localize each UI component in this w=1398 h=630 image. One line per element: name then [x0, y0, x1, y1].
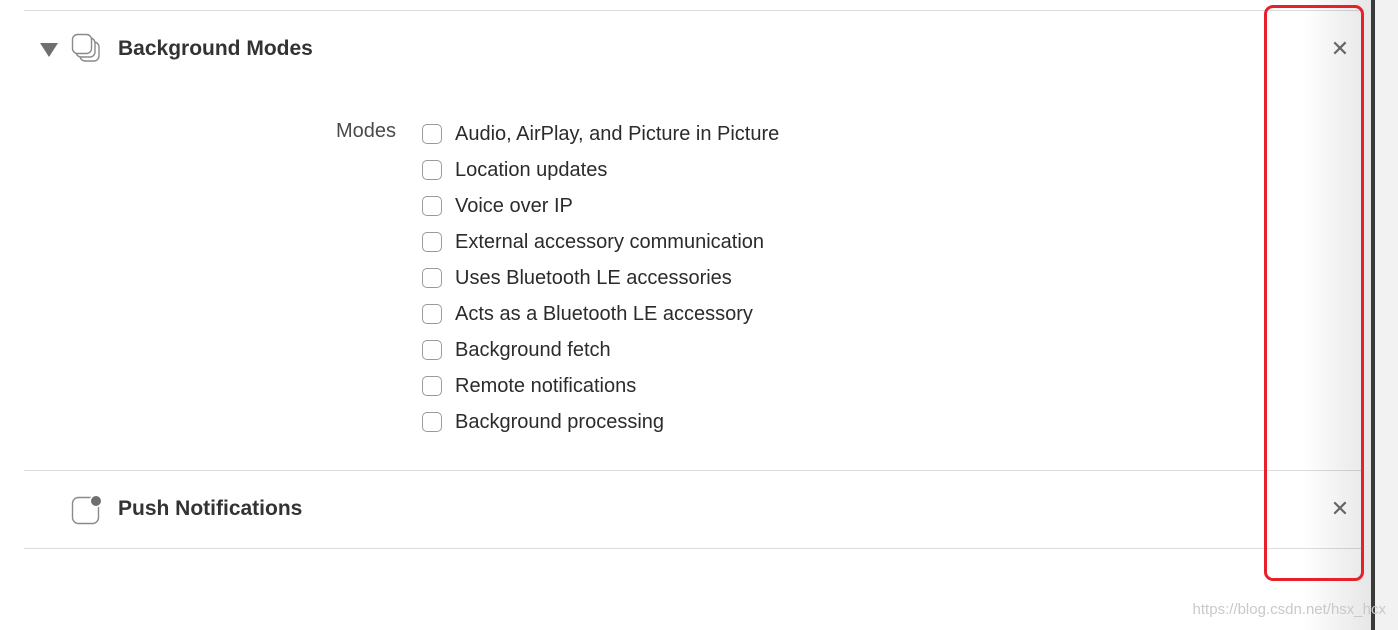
- checkbox[interactable]: [422, 376, 442, 396]
- mode-audio-airplay-pip[interactable]: Audio, AirPlay, and Picture in Picture: [422, 116, 779, 152]
- watermark: https://blog.csdn.net/hsx_hcx: [1192, 601, 1386, 618]
- top-divider: [24, 10, 1364, 11]
- mode-external-accessory[interactable]: External accessory communication: [422, 224, 779, 260]
- bottom-divider: [24, 548, 1364, 549]
- mode-label: Remote notifications: [455, 374, 637, 397]
- mode-label: Background processing: [455, 410, 665, 433]
- mode-voice-over-ip[interactable]: Voice over IP: [422, 188, 779, 224]
- mode-label: External accessory communication: [455, 230, 765, 253]
- checkbox[interactable]: [422, 340, 442, 360]
- checkbox[interactable]: [422, 304, 442, 324]
- stacked-windows-icon: [71, 33, 103, 65]
- disclosure-triangle-icon[interactable]: [40, 43, 58, 57]
- checkbox[interactable]: [422, 124, 442, 144]
- mode-label: Background fetch: [455, 338, 611, 361]
- adjacent-pane: [1375, 0, 1398, 630]
- checkbox[interactable]: [422, 232, 442, 252]
- background-modes-title: Background Modes: [118, 37, 313, 60]
- mode-label: Acts as a Bluetooth LE accessory: [455, 302, 753, 325]
- checkbox[interactable]: [422, 268, 442, 288]
- mode-background-processing[interactable]: Background processing: [422, 404, 779, 440]
- checkbox[interactable]: [422, 412, 442, 432]
- push-notifications-title: Push Notifications: [118, 497, 303, 520]
- checkbox[interactable]: [422, 160, 442, 180]
- mode-label: Voice over IP: [455, 194, 573, 217]
- mode-remote-notifications[interactable]: Remote notifications: [422, 368, 779, 404]
- window-edge-shadow: [1302, 0, 1374, 630]
- modes-label: Modes: [336, 120, 397, 142]
- mode-location-updates[interactable]: Location updates: [422, 152, 779, 188]
- mode-background-fetch[interactable]: Background fetch: [422, 332, 779, 368]
- mode-acts-as-bluetooth-le[interactable]: Acts as a Bluetooth LE accessory: [422, 296, 779, 332]
- notification-badge-icon: [71, 494, 103, 526]
- mode-uses-bluetooth-le[interactable]: Uses Bluetooth LE accessories: [422, 260, 779, 296]
- mode-label: Audio, AirPlay, and Picture in Picture: [455, 122, 780, 145]
- mode-label: Uses Bluetooth LE accessories: [455, 266, 732, 289]
- checkbox[interactable]: [422, 196, 442, 216]
- mode-label: Location updates: [455, 158, 608, 181]
- remove-push-notifications-close-icon[interactable]: ✕: [1330, 498, 1350, 520]
- modes-list: Audio, AirPlay, and Picture in Picture L…: [422, 116, 779, 440]
- remove-background-modes-close-icon[interactable]: ✕: [1330, 38, 1350, 60]
- highlight-annotation-box: [1264, 5, 1364, 581]
- section-divider: [24, 470, 1364, 471]
